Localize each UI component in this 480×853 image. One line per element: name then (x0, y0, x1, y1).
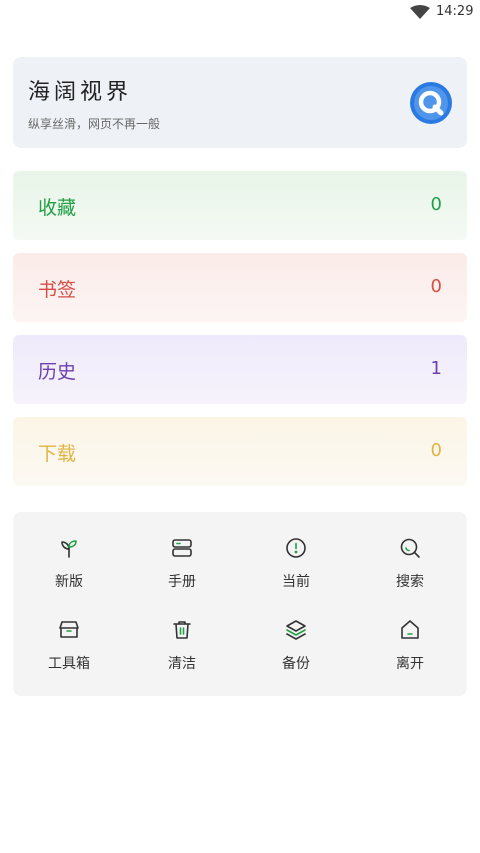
app-logo-icon[interactable] (410, 82, 452, 124)
favorites-label: 收藏 (38, 197, 77, 219)
tool-clean[interactable]: 清洁 (132, 618, 232, 678)
layers-icon (286, 620, 306, 640)
sprout-icon (61, 540, 77, 558)
tool-new-version[interactable]: 新版 (19, 536, 119, 596)
tool-label: 搜索 (396, 574, 424, 590)
tools-grid: 新版 手册 当前 搜索 工具箱 清洁 备份 离开 (13, 512, 467, 696)
bookmarks-count: 0 (430, 276, 442, 297)
history-count: 1 (430, 358, 442, 379)
trash-icon (173, 621, 191, 639)
tool-backup[interactable]: 备份 (246, 618, 346, 678)
tool-current[interactable]: 当前 (246, 536, 346, 596)
manual-icon (172, 539, 192, 557)
tool-label: 当前 (282, 574, 310, 590)
app-title: 海阔视界 (28, 80, 133, 105)
app-header-card[interactable]: 海阔视界 纵享丝滑，网页不再一般 (13, 57, 467, 148)
info-circle-icon (286, 538, 306, 558)
downloads-count: 0 (430, 440, 442, 461)
toolbox-icon (59, 621, 79, 638)
tool-label: 清洁 (168, 656, 196, 672)
tool-search[interactable]: 搜索 (360, 536, 460, 596)
tool-label: 新版 (55, 574, 83, 590)
home-icon (401, 620, 419, 639)
bookmarks-row[interactable]: 书签 0 (13, 253, 467, 322)
tool-label: 工具箱 (48, 656, 90, 672)
status-bar: 14:29 (0, 0, 480, 24)
wifi-icon (410, 5, 430, 19)
status-time: 14:29 (436, 4, 474, 19)
favorites-count: 0 (430, 194, 442, 215)
favorites-row[interactable]: 收藏 0 (13, 171, 467, 240)
search-icon (400, 538, 420, 558)
app-subtitle: 纵享丝滑，网页不再一般 (28, 117, 161, 131)
bookmarks-label: 书签 (38, 279, 77, 301)
downloads-row[interactable]: 下载 0 (13, 417, 467, 486)
history-label: 历史 (38, 361, 77, 383)
tool-manual[interactable]: 手册 (132, 536, 232, 596)
tool-leave[interactable]: 离开 (360, 618, 460, 678)
tool-label: 备份 (282, 656, 310, 672)
history-row[interactable]: 历史 1 (13, 335, 467, 404)
tool-toolbox[interactable]: 工具箱 (19, 618, 119, 678)
downloads-label: 下载 (38, 443, 77, 465)
tool-label: 手册 (168, 574, 196, 590)
tool-label: 离开 (396, 656, 424, 672)
